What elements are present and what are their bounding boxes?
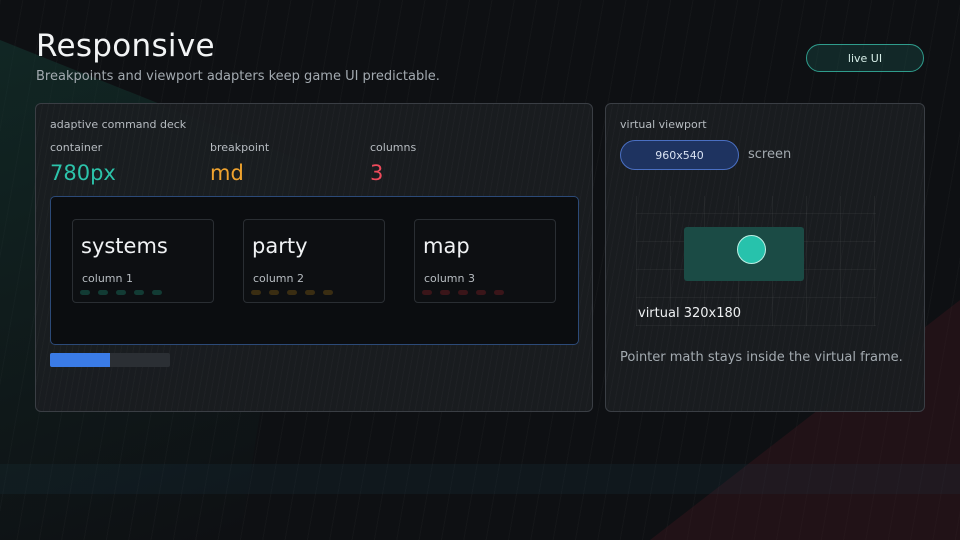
indicator-dot	[305, 290, 315, 295]
column-title: map	[423, 234, 470, 258]
indicator-dot	[323, 290, 333, 295]
stat-value-columns: 3	[370, 161, 384, 185]
stat-label-columns: columns	[370, 141, 417, 154]
column-indicator-dots	[80, 290, 162, 295]
stat-value-container: 780px	[50, 161, 116, 185]
progress-fill	[50, 353, 110, 367]
card-label: adaptive command deck	[50, 118, 187, 131]
indicator-dot	[98, 290, 108, 295]
deck-container: systems column 1 party column 2 map colu…	[50, 196, 579, 345]
column-subtitle: column 3	[424, 272, 475, 285]
indicator-dot	[116, 290, 126, 295]
page-subtitle: Breakpoints and viewport adapters keep g…	[36, 69, 440, 84]
indicator-dot	[152, 290, 162, 295]
indicator-dot	[476, 290, 486, 295]
pointer-cursor-icon[interactable]	[737, 235, 766, 264]
column-map[interactable]: map column 3	[414, 219, 556, 303]
screen-label: screen	[748, 147, 792, 162]
column-title: party	[252, 234, 308, 258]
resolution-pill[interactable]: 960x540	[620, 140, 739, 170]
indicator-dot	[80, 290, 90, 295]
indicator-dot	[269, 290, 279, 295]
column-subtitle: column 2	[253, 272, 304, 285]
indicator-dot	[134, 290, 144, 295]
indicator-dot	[287, 290, 297, 295]
progress-bar	[50, 353, 170, 367]
column-indicator-dots	[422, 290, 504, 295]
virtual-resolution-label: virtual 320x180	[638, 306, 742, 321]
column-subtitle: column 1	[82, 272, 133, 285]
stat-value-breakpoint: md	[210, 161, 244, 185]
page-title: Responsive	[36, 28, 215, 64]
column-title: systems	[81, 234, 168, 258]
indicator-dot	[422, 290, 432, 295]
stat-label-breakpoint: breakpoint	[210, 141, 270, 154]
background-band	[0, 464, 960, 494]
column-systems[interactable]: systems column 1	[72, 219, 214, 303]
pointer-note: Pointer math stays inside the virtual fr…	[620, 350, 903, 365]
stat-label-container: container	[50, 141, 103, 154]
virtual-viewport-card: virtual viewport 960x540 screen virtual …	[605, 103, 925, 412]
indicator-dot	[458, 290, 468, 295]
column-party[interactable]: party column 2	[243, 219, 385, 303]
indicator-dot	[251, 290, 261, 295]
command-deck-card: adaptive command deck container 780px br…	[35, 103, 593, 412]
card-label: virtual viewport	[620, 118, 707, 131]
live-ui-button[interactable]: live UI	[806, 44, 924, 72]
indicator-dot	[440, 290, 450, 295]
column-indicator-dots	[251, 290, 333, 295]
indicator-dot	[494, 290, 504, 295]
